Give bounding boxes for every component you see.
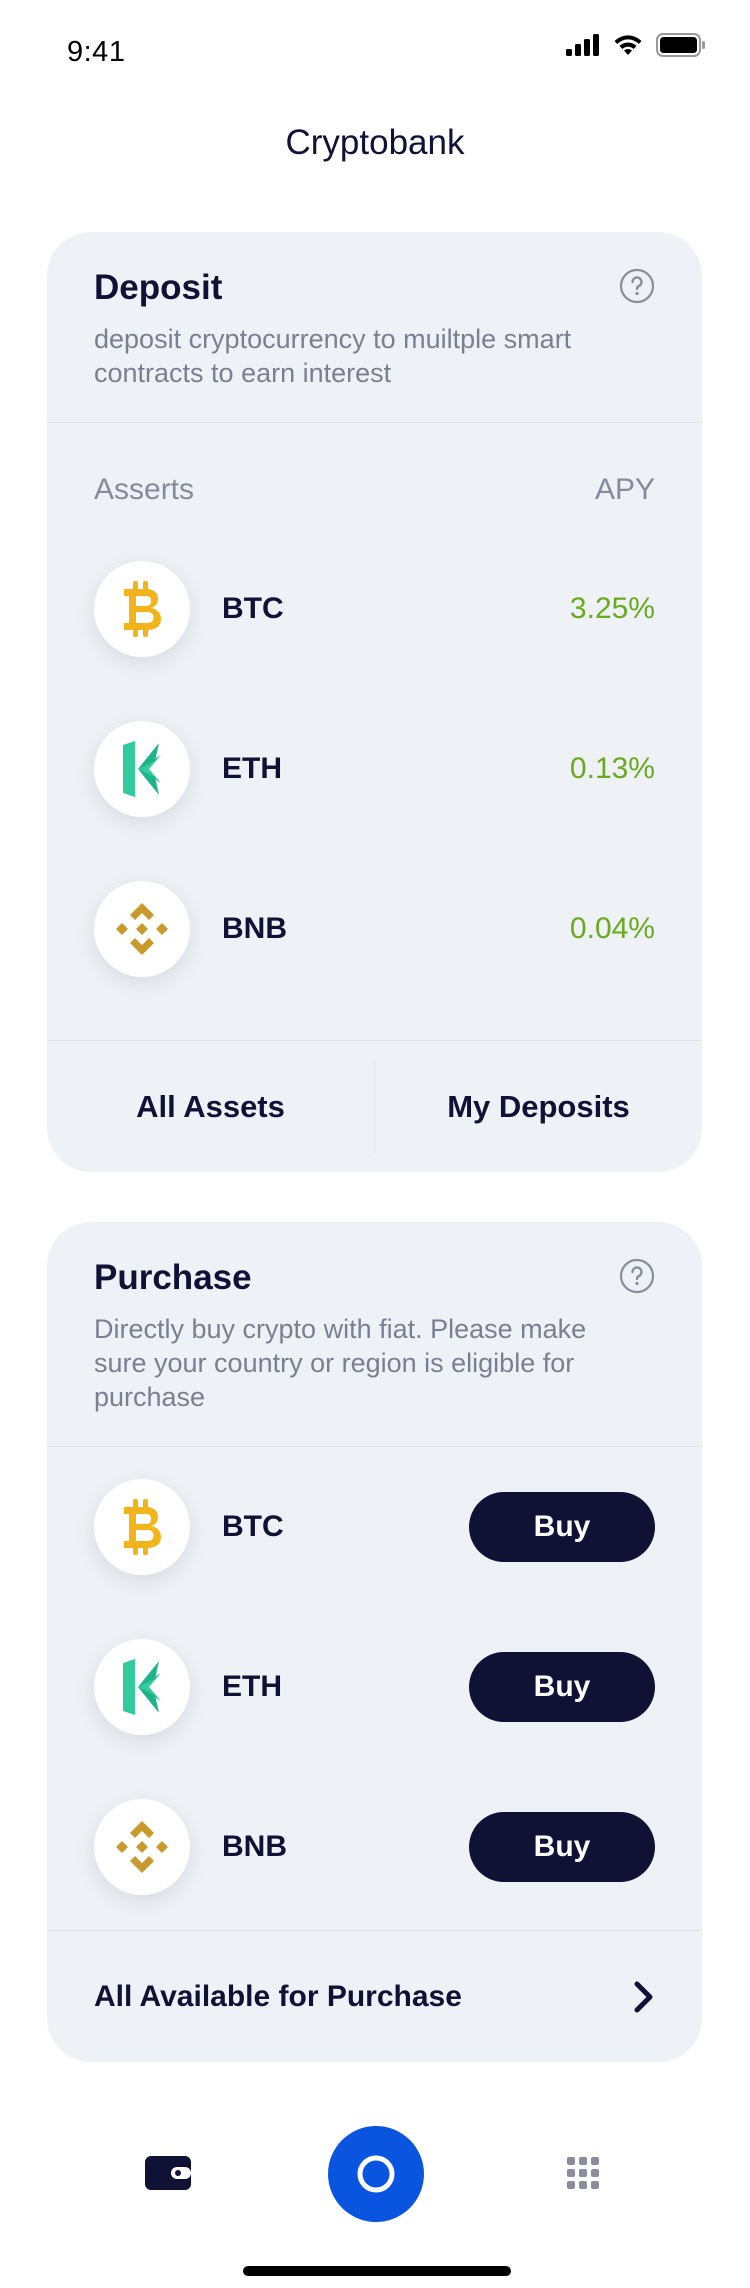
purchase-description: Directly buy crypto with fiat. Please ma… bbox=[94, 1314, 587, 1412]
status-bar: 9:41 bbox=[0, 0, 750, 100]
coin-avatar bbox=[94, 1639, 190, 1735]
coin-apy: 3.25% bbox=[569, 592, 655, 625]
assets-column-label: Asserts bbox=[94, 473, 195, 506]
all-available-link[interactable]: All Available for Purchase bbox=[47, 1930, 702, 2062]
coin-symbol: BTC bbox=[222, 592, 284, 625]
binance-icon bbox=[116, 1821, 168, 1873]
home-circle-icon bbox=[357, 2155, 395, 2193]
purchase-row-eth: ETH Buy bbox=[47, 1607, 702, 1767]
deposit-card: Deposit deposit cryptocurrency to muiltp… bbox=[47, 232, 702, 1172]
deposit-row-eth[interactable]: ETH 0.13% bbox=[47, 689, 702, 849]
tab-bar bbox=[0, 2120, 750, 2230]
app-screen: 9:41 Cryptobank Deposit deposit cryptocu… bbox=[0, 0, 750, 2288]
grid-icon bbox=[567, 2157, 599, 2189]
deposit-row-btc[interactable]: BTC 3.25% bbox=[47, 529, 702, 689]
kyber-icon bbox=[123, 1659, 161, 1715]
purchase-row-bnb: BNB Buy bbox=[47, 1767, 702, 1927]
coin-avatar bbox=[94, 1799, 190, 1895]
deposit-row-bnb[interactable]: BNB 0.04% bbox=[47, 849, 702, 1009]
all-available-label: All Available for Purchase bbox=[94, 1979, 462, 2013]
coin-avatar bbox=[94, 721, 190, 817]
deposit-card-footer: All Assets My Deposits bbox=[47, 1040, 702, 1172]
home-indicator[interactable] bbox=[243, 2266, 511, 2276]
battery-icon bbox=[656, 33, 705, 57]
wallet-icon bbox=[145, 2156, 191, 2190]
purchase-card-header: Purchase Directly buy crypto with fiat. … bbox=[47, 1222, 702, 1414]
apy-column-label: APY bbox=[594, 473, 655, 506]
page-title: Cryptobank bbox=[285, 123, 465, 162]
coin-avatar bbox=[94, 1479, 190, 1575]
coin-avatar bbox=[94, 561, 190, 657]
help-icon[interactable] bbox=[619, 268, 655, 304]
coin-apy: 0.04% bbox=[569, 912, 655, 945]
bitcoin-icon bbox=[124, 581, 161, 637]
help-icon[interactable] bbox=[619, 1258, 655, 1294]
status-time: 9:41 bbox=[67, 36, 126, 68]
coin-symbol: BNB bbox=[222, 1830, 287, 1863]
wifi-icon bbox=[614, 35, 642, 55]
coin-symbol: BNB bbox=[222, 912, 287, 945]
coin-symbol: ETH bbox=[222, 1670, 282, 1703]
deposit-description: deposit cryptocurrency to muiltple smart… bbox=[94, 324, 572, 388]
bitcoin-icon bbox=[124, 1499, 161, 1555]
coin-avatar bbox=[94, 881, 190, 977]
tab-wallet[interactable] bbox=[145, 2156, 191, 2195]
deposit-title: Deposit bbox=[94, 268, 223, 307]
tab-menu[interactable] bbox=[567, 2157, 599, 2194]
purchase-title: Purchase bbox=[94, 1258, 252, 1297]
buy-button-eth[interactable]: Buy bbox=[469, 1652, 655, 1722]
purchase-row-btc: BTC Buy bbox=[47, 1447, 702, 1607]
coin-symbol: ETH bbox=[222, 752, 282, 785]
chevron-right-icon bbox=[634, 1981, 653, 2012]
binance-icon bbox=[116, 903, 168, 955]
coin-apy: 0.13% bbox=[569, 752, 655, 785]
purchase-card: Purchase Directly buy crypto with fiat. … bbox=[47, 1222, 702, 2062]
my-deposits-button[interactable]: My Deposits bbox=[375, 1041, 702, 1172]
kyber-icon bbox=[123, 741, 161, 797]
buy-button-bnb[interactable]: Buy bbox=[469, 1812, 655, 1882]
tab-home[interactable] bbox=[328, 2126, 424, 2222]
all-assets-button[interactable]: All Assets bbox=[47, 1041, 374, 1172]
status-icons bbox=[566, 33, 706, 57]
signal-icon bbox=[566, 34, 599, 56]
coin-symbol: BTC bbox=[222, 1510, 284, 1543]
buy-button-btc[interactable]: Buy bbox=[469, 1492, 655, 1562]
deposit-card-header: Deposit deposit cryptocurrency to muiltp… bbox=[47, 232, 702, 390]
